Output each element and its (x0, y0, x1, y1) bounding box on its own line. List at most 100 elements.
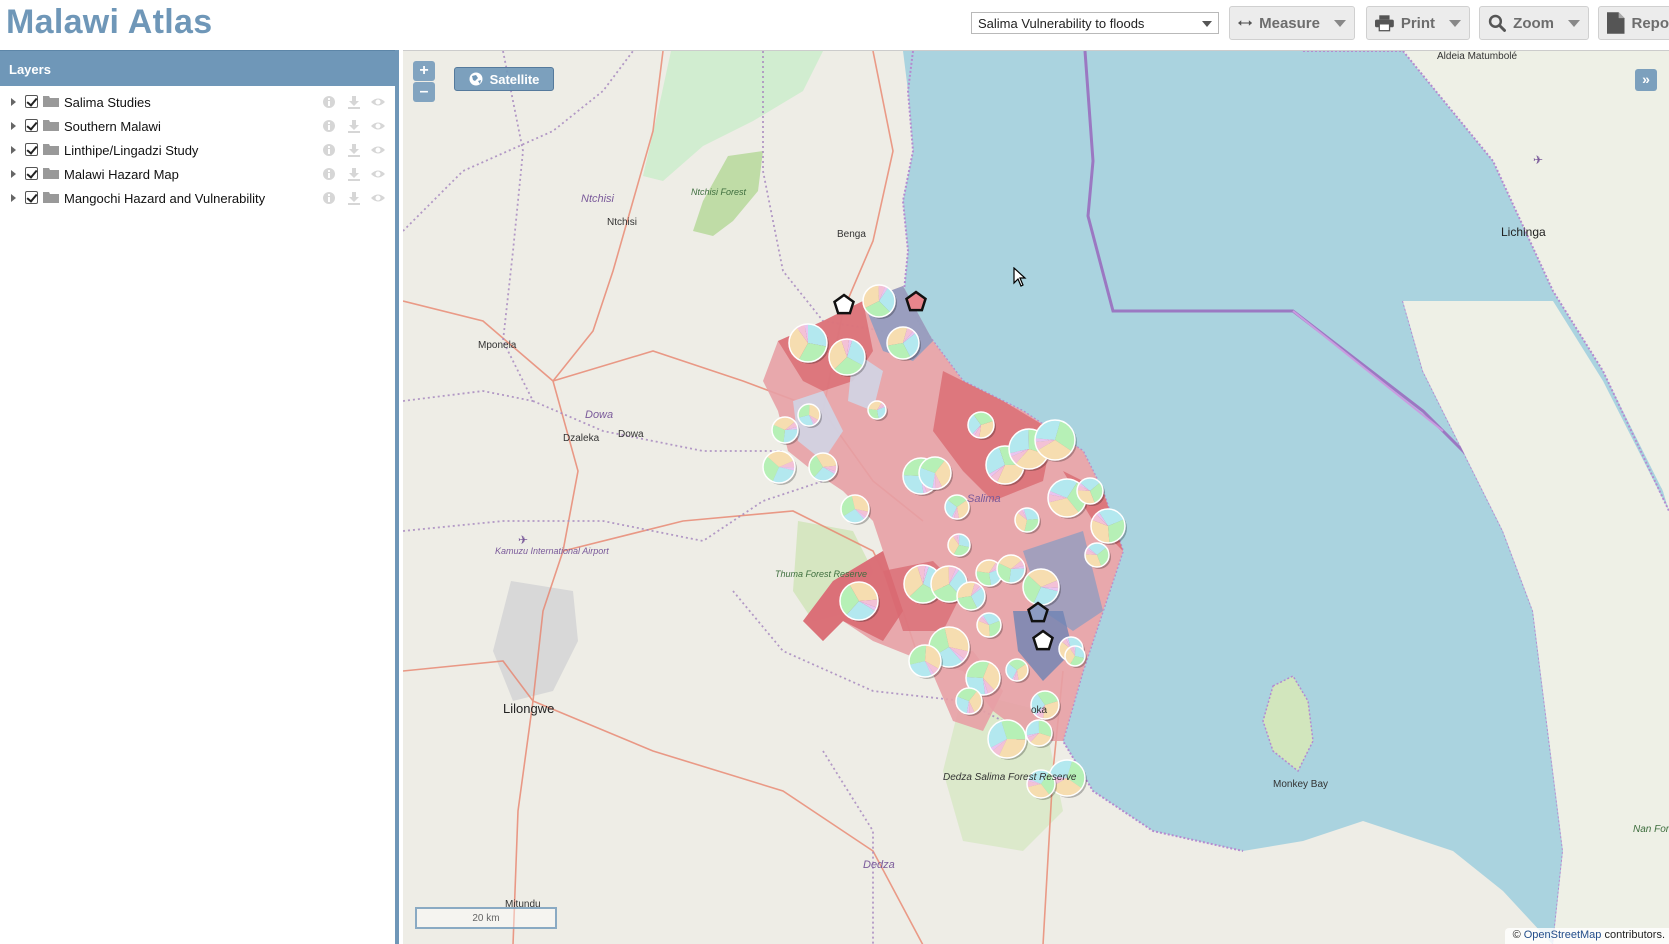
folder-icon (43, 192, 59, 203)
layer-item[interactable]: Salima Studies (0, 91, 395, 115)
download-icon[interactable] (347, 191, 361, 205)
info-icon[interactable] (322, 95, 336, 109)
place-label: Ntchisi Forest (691, 187, 747, 197)
layer-checkbox[interactable] (25, 119, 38, 132)
vulnerability-pie-marker[interactable] (886, 326, 921, 361)
zoom-in-button[interactable]: + (413, 61, 435, 81)
expand-arrow-icon[interactable] (11, 98, 16, 106)
visibility-eye-icon[interactable] (371, 167, 385, 181)
place-label: Dzaleka (563, 433, 600, 444)
vulnerability-pie-marker[interactable] (839, 581, 880, 622)
expand-arrow-icon[interactable] (11, 194, 16, 202)
download-icon[interactable] (347, 143, 361, 157)
vulnerability-pie-marker[interactable] (1005, 658, 1030, 683)
vulnerability-pie-marker[interactable] (762, 450, 797, 485)
vulnerability-pie-marker[interactable] (840, 494, 871, 525)
layers-panel: Layers Salima Studies Southern Malawi Lint… (0, 50, 399, 944)
study-select[interactable]: Salima Vulnerability to floods (971, 12, 1219, 34)
scale-label: 20 km (472, 913, 500, 924)
vulnerability-pie-marker[interactable] (828, 338, 867, 377)
visibility-eye-icon[interactable] (371, 119, 385, 133)
layer-item[interactable]: Linthipe/Lingadzi Study (0, 139, 395, 163)
chevron-down-icon (1568, 19, 1580, 27)
report-label: Repo (1631, 14, 1669, 32)
vulnerability-pie-marker[interactable] (867, 400, 888, 421)
expand-panel-button[interactable]: » (1635, 69, 1657, 91)
download-icon[interactable] (347, 95, 361, 109)
info-icon[interactable] (322, 191, 336, 205)
vulnerability-pie-marker[interactable] (788, 323, 829, 364)
pentagon-marker[interactable] (1032, 629, 1054, 651)
vulnerability-pie-marker[interactable] (1014, 507, 1041, 534)
chevron-down-icon (1449, 19, 1461, 27)
layer-item[interactable]: Southern Malawi (0, 115, 395, 139)
visibility-eye-icon[interactable] (371, 95, 385, 109)
download-icon[interactable] (347, 119, 361, 133)
measure-label: Measure (1259, 14, 1320, 32)
place-label: Benga (837, 229, 866, 240)
layer-item[interactable]: Mangochi Hazard and Vulnerability (0, 187, 395, 211)
report-button[interactable]: Repo (1598, 6, 1669, 40)
cursor-icon (1013, 267, 1027, 287)
printer-icon (1375, 15, 1394, 32)
expand-arrow-icon[interactable] (11, 170, 16, 178)
print-label: Print (1400, 14, 1435, 32)
map-attribution: © OpenStreetMap contributors. (1504, 928, 1669, 944)
pentagon-marker[interactable] (905, 290, 927, 312)
layer-label: Malawi Hazard Map (64, 167, 179, 182)
satellite-label: Satellite (489, 71, 540, 87)
vulnerability-pie-marker[interactable] (797, 403, 822, 428)
expand-arrow-icon[interactable] (11, 122, 16, 130)
attribution-suffix: contributors. (1604, 929, 1665, 941)
vulnerability-pie-marker[interactable] (808, 452, 839, 483)
attribution-prefix: © (1512, 929, 1521, 941)
place-label: oka (1031, 705, 1048, 716)
globe-icon (469, 72, 483, 86)
vulnerability-pie-marker[interactable] (987, 719, 1028, 760)
layer-checkbox[interactable] (25, 95, 38, 108)
info-icon[interactable] (322, 167, 336, 181)
pie-marker-layer[interactable] (403, 51, 1669, 944)
expand-arrow-icon[interactable] (11, 146, 16, 154)
place-label: Ntchisi (581, 193, 615, 205)
place-label: Dowa (618, 429, 644, 440)
layer-checkbox[interactable] (25, 191, 38, 204)
place-label: Nan Fores (1633, 824, 1669, 835)
vulnerability-pie-marker[interactable] (862, 284, 897, 319)
vulnerability-pie-marker[interactable] (1025, 719, 1054, 748)
study-select-value: Salima Vulnerability to floods (978, 16, 1145, 31)
vulnerability-pie-marker[interactable] (967, 411, 996, 440)
place-label: Salima (967, 493, 1001, 505)
download-icon[interactable] (347, 167, 361, 181)
vulnerability-pie-marker[interactable] (1090, 508, 1127, 545)
chevron-down-icon (1334, 19, 1346, 27)
place-label: Ntchisi (607, 217, 638, 228)
visibility-eye-icon[interactable] (371, 143, 385, 157)
layer-label: Southern Malawi (64, 119, 161, 134)
document-icon (1607, 12, 1625, 34)
vulnerability-pie-marker[interactable] (956, 581, 987, 612)
vulnerability-pie-marker[interactable] (1022, 568, 1061, 607)
layer-item[interactable]: Malawi Hazard Map (0, 163, 395, 187)
zoom-out-button[interactable]: – (413, 82, 435, 102)
place-label: Monkey Bay (1273, 779, 1329, 790)
info-icon[interactable] (322, 119, 336, 133)
map-view[interactable]: Ntchisi Ntchisi Ntchisi Forest Benga Mpo… (403, 50, 1669, 944)
osm-link[interactable]: OpenStreetMap (1524, 929, 1602, 941)
vulnerability-pie-marker[interactable] (976, 612, 1003, 639)
layer-label: Linthipe/Lingadzi Study (64, 143, 199, 158)
measure-button[interactable]: Measure (1229, 6, 1355, 40)
layer-checkbox[interactable] (25, 143, 38, 156)
visibility-eye-icon[interactable] (371, 191, 385, 205)
layers-header: Layers (0, 50, 395, 86)
satellite-button[interactable]: Satellite (454, 67, 554, 91)
pentagon-marker[interactable] (833, 293, 855, 315)
vulnerability-pie-marker[interactable] (1084, 542, 1111, 569)
vulnerability-pie-marker[interactable] (771, 416, 800, 445)
vulnerability-pie-marker[interactable] (947, 533, 972, 558)
print-button[interactable]: Print (1366, 6, 1470, 40)
layer-label: Salima Studies (64, 95, 151, 110)
zoom-button[interactable]: Zoom (1479, 6, 1589, 40)
info-icon[interactable] (322, 143, 336, 157)
layer-checkbox[interactable] (25, 167, 38, 180)
